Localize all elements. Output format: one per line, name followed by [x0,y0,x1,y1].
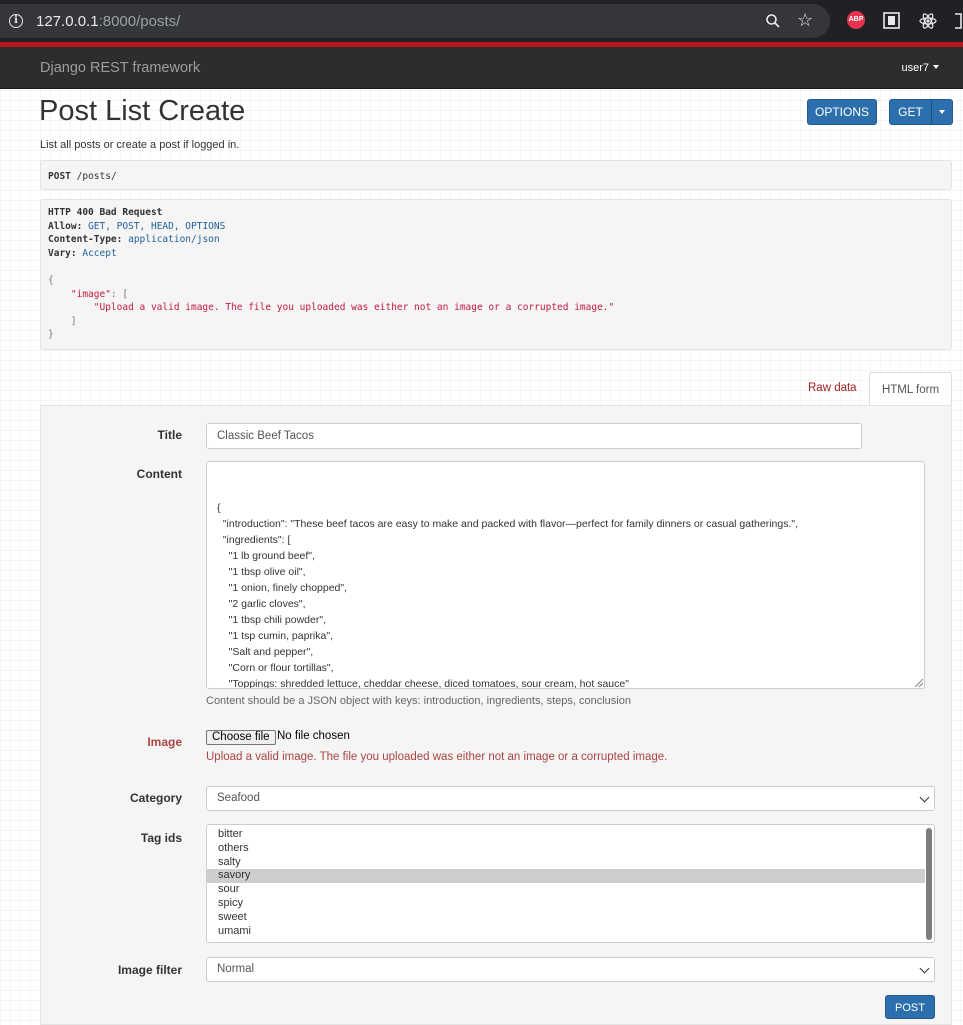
zoom-icon[interactable] [765,13,781,29]
json-bracket: ] [70,315,77,327]
tag-option[interactable]: others [207,842,925,856]
request-method: POST [48,171,71,182]
image-label: Image [147,735,182,749]
content-line: "1 tbsp chili powder", [217,614,327,626]
content-line: "Corn or flour tortillas", [217,662,334,674]
tab-html-form[interactable]: HTML form [869,372,952,406]
title-input[interactable]: Classic Beef Tacos [206,423,862,449]
json-punct: : [ [110,288,129,300]
get-format-dropdown[interactable] [931,99,953,125]
image-filter-label: Image filter [117,963,182,977]
page-description: List all posts or create a post if logge… [40,139,240,151]
image-error-text: Upload a valid image. The file you uploa… [206,751,668,763]
content-line: "1 onion, finely chopped", [217,582,348,594]
tag-option[interactable]: sour [207,883,925,897]
response-info: HTTP 400 Bad Request Allow: GET, POST, H… [40,199,952,350]
category-value: Seafood [217,792,260,804]
star-icon[interactable]: ☆ [797,10,813,31]
abp-icon[interactable]: ABP [847,11,865,29]
header-value: Accept [82,247,117,259]
chevron-down-icon [919,963,930,974]
content-line: "Toppings: shredded lettuce, cheddar che… [217,678,629,689]
brand-link[interactable]: Django REST framework [40,60,200,76]
tab-raw-data[interactable]: Raw data [808,382,857,394]
tag-ids-multiselect[interactable]: bitter others salty savory sour spicy sweet uma… [206,824,935,943]
file-status: No file chosen [277,730,350,742]
browser-toolbar: i 127.0.0.1:8000/posts/ ☆ ABP [0,0,963,42]
react-icon[interactable] [919,12,937,30]
user-menu[interactable]: user7 [901,62,939,74]
image-filter-value: Normal [217,963,255,975]
json-error-string: "Upload a valid image. The file you uplo… [93,302,615,314]
page-title: Post List Create [39,95,246,127]
tag-option[interactable]: sweet [207,911,925,925]
chevron-down-icon [933,65,939,69]
content-line: "2 garlic cloves", [217,598,306,610]
content-line: "1 lb ground beef", [217,550,315,562]
header-key: Vary: [48,247,77,259]
post-button[interactable]: POST [885,995,935,1019]
tag-option[interactable]: spicy [207,897,925,911]
address-bar[interactable]: i 127.0.0.1:8000/posts/ ☆ [0,4,830,38]
header-key: Content-Type: [48,234,123,246]
content-line: "ingredients": [ [217,534,291,546]
chevron-down-icon [939,110,945,114]
content-line: "Salt and pepper", [217,646,314,658]
navbar: Django REST framework user7 [0,47,963,89]
header-value: GET, POST, HEAD, OPTIONS [88,220,226,232]
options-button[interactable]: OPTIONS [807,99,877,125]
tag-option[interactable]: umami [207,925,925,939]
url-text[interactable]: 127.0.0.1:8000/posts/ [36,13,180,30]
extensions-icon[interactable] [955,12,963,30]
tag-ids-label: Tag ids [140,831,182,845]
resize-handle[interactable] [915,679,923,687]
scrollbar[interactable] [926,828,932,940]
user-name: user7 [901,62,929,74]
header-key: Allow: [48,220,83,232]
image-filter-select[interactable]: Normal [206,957,935,982]
content-label: Content [136,467,182,481]
content-textarea[interactable]: { "introduction": "These beef tacos are … [206,461,925,689]
content-line: "1 tsp cumin, paprika", [217,630,334,642]
category-select[interactable]: Seafood [206,786,935,811]
content-line: "1 tbsp olive oil", [217,566,306,578]
choose-file-button[interactable]: Choose file [206,730,276,745]
content-line: { [217,502,221,514]
content-help-text: Content should be a JSON object with key… [206,695,631,707]
title-label: Title [157,428,182,442]
json-brace: } [48,329,54,341]
json-key: "image" [70,288,111,300]
url-path: :8000/posts/ [98,13,181,30]
info-icon[interactable]: i [9,14,23,28]
category-label: Category [129,791,182,805]
tag-option[interactable]: salty [207,856,925,870]
get-button[interactable]: GET [889,99,932,125]
request-path: /posts/ [76,171,117,182]
url-host: 127.0.0.1 [36,13,99,30]
content-line: "introduction": "These beef tacos are ea… [217,518,799,530]
header-value: application/json [128,234,220,246]
request-info: POST /posts/ [40,160,952,190]
bookmark-icon[interactable] [883,12,900,29]
tag-option[interactable]: bitter [207,828,925,842]
response-status: HTTP 400 Bad Request [48,207,163,218]
chevron-down-icon [919,792,930,803]
json-brace: { [48,274,54,286]
tag-option[interactable]: savory [207,869,925,884]
